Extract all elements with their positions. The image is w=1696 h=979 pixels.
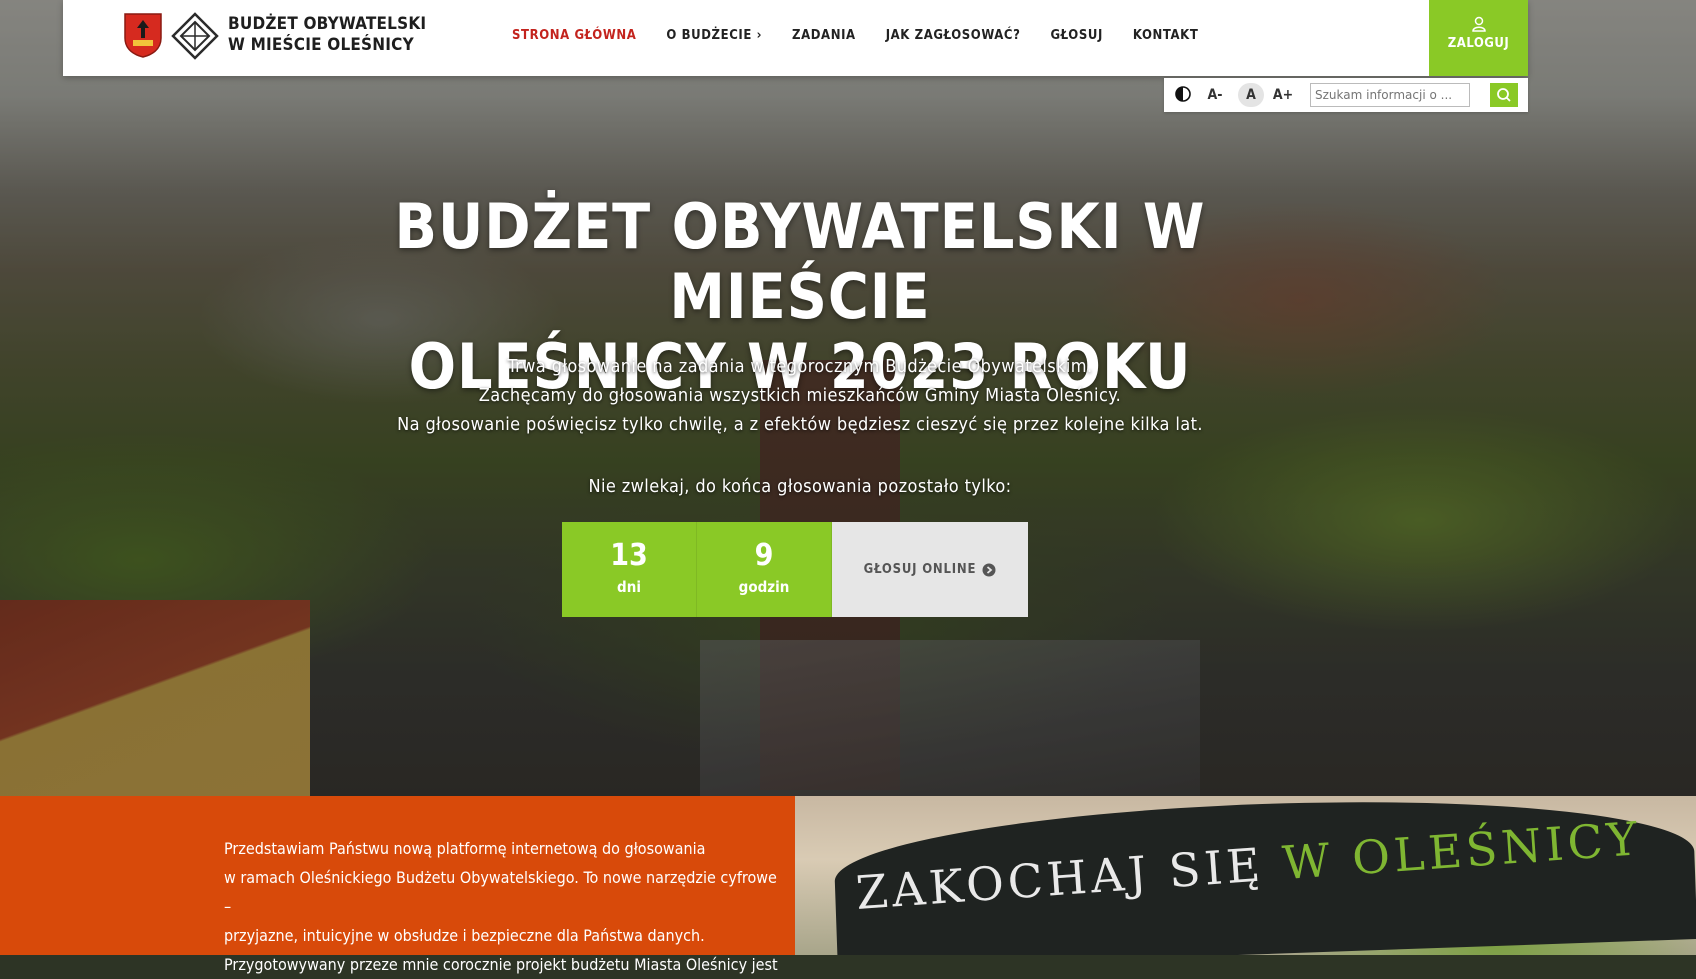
intro-line-2: w ramach Oleśnickiego Budżetu Obywatelsk… bbox=[224, 868, 777, 916]
nav-item-how-to-vote[interactable]: JAK ZAGŁOSOWAĆ? bbox=[871, 28, 1036, 43]
login-button[interactable]: ZALOGUJ bbox=[1429, 0, 1528, 76]
olesnica-sign-photo: ZAKOCHAJ SIĘ W OLEŚNICY bbox=[795, 796, 1696, 955]
main-nav: STRONA GŁÓWNA O BUDŻECIE › ZADANIA JAK Z… bbox=[497, 0, 1213, 70]
nav-item-vote[interactable]: GŁOSUJ bbox=[1035, 28, 1117, 43]
intro-line-1: Przedstawiam Państwu nową platformę inte… bbox=[224, 839, 706, 858]
countdown-hours-value: 9 bbox=[754, 538, 774, 573]
font-decrease-button[interactable]: A- bbox=[1202, 83, 1228, 107]
intro-section: Przedstawiam Państwu nową platformę inte… bbox=[0, 796, 795, 974]
vote-online-label: GŁOSUJ ONLINE bbox=[863, 562, 977, 577]
countdown-days-unit: dni bbox=[617, 578, 641, 596]
logo-line-2: W MIEŚCIE OLEŚNICY bbox=[228, 35, 414, 55]
countdown-hours-unit: godzin bbox=[738, 578, 790, 596]
nav-item-about[interactable]: O BUDŻECIE › bbox=[651, 28, 777, 43]
hero-sub-line-2: Zachęcamy do głosowania wszystkich miesz… bbox=[478, 385, 1122, 406]
intro-line-4: Przygotowywany przeze mnie corocznie pro… bbox=[224, 955, 778, 974]
intro-text: Przedstawiam Państwu nową platformę inte… bbox=[224, 834, 784, 979]
site-logo-text[interactable]: BUDŻET OBYWATELSKI W MIEŚCIE OLEŚNICY bbox=[228, 14, 426, 56]
intro-line-3: przyjazne, intuicyjne w obsłudze i bezpi… bbox=[224, 926, 705, 945]
countdown-days: 13 dni bbox=[562, 522, 697, 617]
font-increase-button[interactable]: A+ bbox=[1268, 83, 1298, 107]
nav-item-tasks[interactable]: ZADANIA bbox=[777, 28, 871, 43]
accessibility-toolbar: A- A A+ bbox=[1164, 78, 1528, 112]
nav-item-contact[interactable]: KONTAKT bbox=[1118, 28, 1213, 43]
countdown-hours: 9 godzin bbox=[697, 522, 832, 617]
nav-item-home[interactable]: STRONA GŁÓWNA bbox=[497, 28, 651, 43]
budget-logo-icon[interactable] bbox=[171, 12, 219, 60]
vote-online-button[interactable]: GŁOSUJ ONLINE bbox=[832, 522, 1028, 617]
logo-line-1: BUDŻET OBYWATELSKI bbox=[228, 14, 427, 34]
font-normal-button[interactable]: A bbox=[1238, 83, 1264, 107]
hero-sub-line-3: Na głosowanie poświęcisz tylko chwilę, a… bbox=[397, 414, 1203, 435]
countdown-panel: 13 dni 9 godzin GŁOSUJ ONLINE bbox=[562, 522, 1028, 617]
site-header: BUDŻET OBYWATELSKI W MIEŚCIE OLEŚNICY ST… bbox=[63, 0, 1528, 76]
search-button[interactable] bbox=[1490, 83, 1518, 107]
city-crest-icon[interactable] bbox=[123, 12, 163, 58]
hero-subtitle: Trwa głosowanie na zadania w tegorocznym… bbox=[340, 352, 1260, 439]
search-input[interactable] bbox=[1310, 83, 1470, 107]
countdown-days-value: 13 bbox=[610, 538, 648, 573]
user-icon bbox=[1471, 16, 1486, 32]
hero-sub-line-1: Trwa głosowanie na zadania w tegorocznym… bbox=[507, 356, 1093, 377]
arrow-circle-right-icon bbox=[982, 563, 996, 576]
login-label: ZALOGUJ bbox=[1447, 36, 1510, 51]
countdown-intro: Nie zwlekaj, do końca głosowania pozosta… bbox=[588, 476, 1012, 497]
hero-title-line-1: BUDŻET OBYWATELSKI W MIEŚCIE bbox=[394, 190, 1206, 333]
search-icon bbox=[1497, 88, 1511, 102]
contrast-icon[interactable] bbox=[1175, 86, 1191, 102]
